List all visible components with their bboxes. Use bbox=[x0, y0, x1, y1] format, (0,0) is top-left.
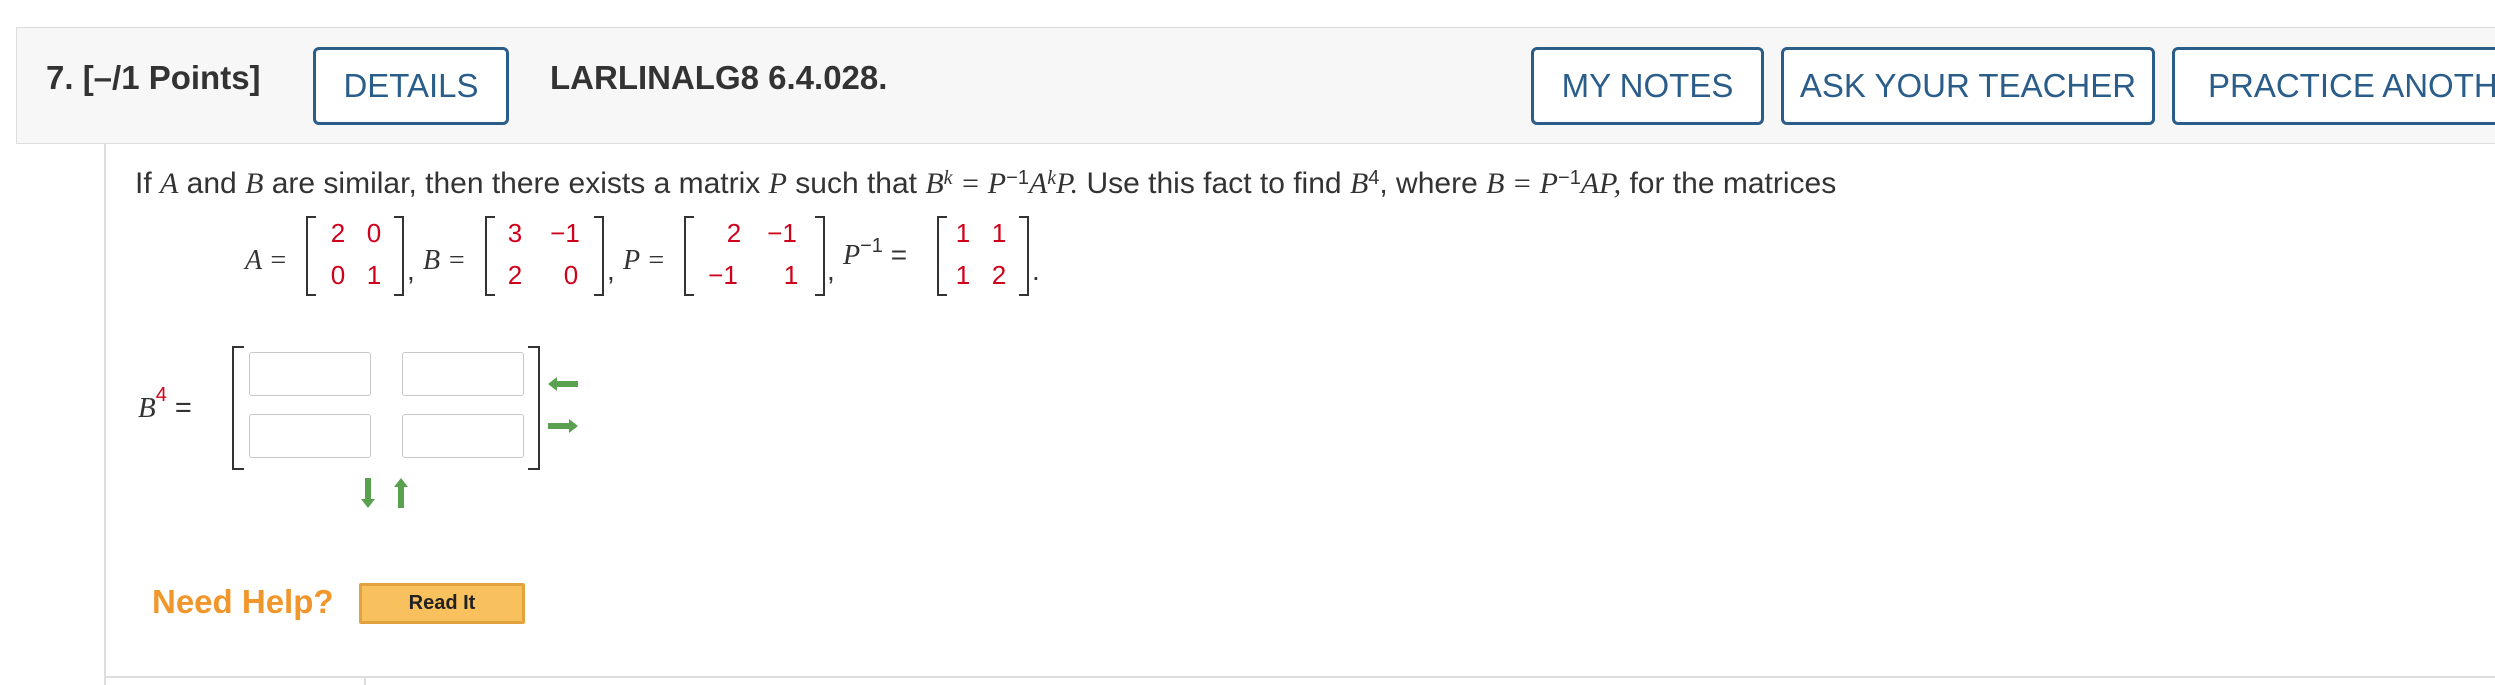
math-variable: P bbox=[768, 167, 787, 200]
separator-comma: , bbox=[607, 255, 615, 286]
matrix-a-right-bracket bbox=[394, 216, 404, 296]
matrix-p-inverse-cell: 1 bbox=[955, 218, 971, 248]
math-superscript: −1 bbox=[860, 235, 883, 257]
practice-another-button[interactable]: PRACTICE ANOTHER bbox=[2172, 47, 2495, 125]
matrix-b-cell: 2 bbox=[507, 260, 523, 290]
matrix-p-cell: −1 bbox=[708, 260, 738, 290]
matrix-p-right-bracket bbox=[815, 216, 825, 296]
answer-cell-input[interactable] bbox=[402, 352, 524, 396]
question-text-segment: Use this fact to find bbox=[1078, 167, 1350, 200]
matrix-a-cell: 2 bbox=[330, 218, 346, 248]
matrix-p-inverse-cell: 1 bbox=[955, 260, 971, 290]
question-text-segment: for the matrices bbox=[1621, 167, 1837, 200]
need-help-label: Need Help? bbox=[152, 583, 334, 620]
matrix-p-inverse-label: P−1 = bbox=[843, 235, 908, 272]
question-page: 7. [–/1 Points] DETAILS LARLINALG8 6.4.0… bbox=[0, 0, 2495, 685]
matrix-p-inverse-cell: 1 bbox=[991, 218, 1007, 248]
matrix-p-cell: 1 bbox=[783, 260, 799, 290]
matrix-p-inverse-right-bracket bbox=[1019, 216, 1029, 296]
math-superscript: k bbox=[943, 167, 953, 189]
math-superscript: 4 bbox=[1368, 167, 1380, 189]
matrix-p-cell: −1 bbox=[767, 218, 797, 248]
math-variable: P bbox=[843, 240, 861, 271]
matrix-b-cell: 3 bbox=[507, 218, 523, 248]
answer-label: B4 = bbox=[138, 384, 192, 425]
matrix-b-left-bracket bbox=[485, 216, 495, 296]
read-it-button[interactable]: Read It bbox=[359, 583, 525, 624]
question-text: If A and B are similar, then there exist… bbox=[135, 166, 1836, 202]
matrix-a-cell: 1 bbox=[366, 260, 382, 290]
math-expression: = P bbox=[952, 167, 1007, 200]
arrow-left-icon[interactable] bbox=[548, 368, 578, 398]
math-expression: = bbox=[882, 239, 908, 270]
math-superscript: k bbox=[1047, 167, 1057, 189]
arrow-up-icon[interactable] bbox=[393, 478, 409, 514]
question-text-segment: , where bbox=[1379, 167, 1487, 200]
math-variable: B bbox=[245, 167, 264, 200]
arrow-right-icon[interactable] bbox=[548, 410, 578, 440]
matrix-a-label: A = bbox=[245, 245, 288, 276]
matrix-a-left-bracket bbox=[306, 216, 316, 296]
my-notes-button[interactable]: MY NOTES bbox=[1531, 47, 1764, 125]
matrix-b-cell: 0 bbox=[563, 260, 579, 290]
details-button[interactable]: DETAILS bbox=[313, 47, 509, 125]
matrix-p-cell: 2 bbox=[726, 218, 742, 248]
sentence-period: . bbox=[1032, 255, 1040, 286]
question-text-segment: If bbox=[135, 167, 161, 200]
content-tab-divider bbox=[364, 676, 366, 685]
math-variable: A bbox=[160, 167, 179, 200]
matrix-p-left-bracket bbox=[684, 216, 694, 296]
answer-matrix-right-bracket bbox=[528, 346, 540, 470]
math-expression: B = P bbox=[1486, 167, 1559, 200]
answer-cell-input[interactable] bbox=[249, 352, 371, 396]
matrix-b-label: B = bbox=[423, 245, 466, 276]
math-superscript: −1 bbox=[1558, 167, 1581, 189]
math-variable: B bbox=[138, 392, 156, 424]
problem-code: LARLINALG8 6.4.028. bbox=[550, 59, 888, 96]
question-text-segment: such that bbox=[786, 167, 926, 200]
matrix-p-inverse-cell: 2 bbox=[991, 260, 1007, 290]
question-text-segment: and bbox=[178, 167, 246, 200]
content-bottom-divider bbox=[106, 676, 2495, 678]
question-text-segment: are similar, then there exists a matrix bbox=[263, 167, 769, 200]
math-expression: AP, bbox=[1580, 167, 1622, 200]
math-expression: B bbox=[925, 167, 944, 200]
math-superscript: −1 bbox=[1006, 167, 1029, 189]
answer-cell-input[interactable] bbox=[402, 414, 524, 458]
math-expression: P. bbox=[1056, 167, 1079, 200]
matrix-b-right-bracket bbox=[594, 216, 604, 296]
question-number: 7. [–/1 Points] bbox=[46, 59, 261, 96]
matrix-b-cell: −1 bbox=[550, 218, 580, 248]
matrix-a-cell: 0 bbox=[330, 260, 346, 290]
math-superscript: 4 bbox=[155, 384, 167, 406]
content-left-border bbox=[104, 144, 106, 685]
separator-comma: , bbox=[827, 255, 835, 286]
matrix-a-cell: 0 bbox=[366, 218, 382, 248]
answer-cell-input[interactable] bbox=[249, 414, 371, 458]
matrix-p-label: P = bbox=[623, 245, 666, 276]
math-variable: B bbox=[1349, 167, 1369, 200]
ask-your-teacher-button[interactable]: ASK YOUR TEACHER bbox=[1781, 47, 2155, 125]
answer-matrix-left-bracket bbox=[232, 346, 244, 470]
separator-comma: , bbox=[407, 255, 415, 286]
math-expression: = bbox=[166, 392, 192, 424]
arrow-down-icon[interactable] bbox=[360, 478, 376, 514]
math-expression: A bbox=[1028, 167, 1048, 200]
